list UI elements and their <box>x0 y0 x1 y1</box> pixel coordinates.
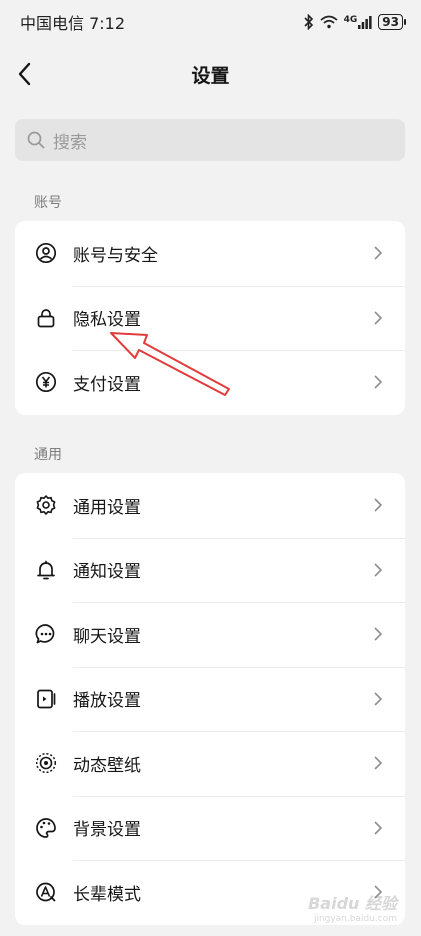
status-icons: 4G 93 <box>303 14 406 30</box>
dynamic-wallpaper-icon <box>35 752 57 774</box>
chevron-right-icon <box>374 246 383 260</box>
play-device-icon <box>35 688 57 710</box>
chevron-right-icon <box>374 821 383 835</box>
settings-item-chat[interactable]: 聊天设置 <box>15 602 405 667</box>
signal-icon: 4G <box>343 14 373 29</box>
settings-item-label: 通知设置 <box>73 562 141 583</box>
chevron-right-icon <box>374 627 383 641</box>
settings-item-label: 动态壁纸 <box>73 755 141 776</box>
search-input[interactable]: 搜索 <box>15 119 405 161</box>
settings-item-playback[interactable]: 播放设置 <box>15 666 405 732</box>
account-security-icon <box>35 242 57 264</box>
account-card: 账号与安全 隐私设置 支付设置 <box>15 221 405 415</box>
watermark-subtext: jingyan.baidu.com <box>313 914 397 924</box>
settings-item-general[interactable]: 通用设置 <box>15 473 405 538</box>
watermark: Baidu 经验 jingyan.baidu.com <box>308 890 397 924</box>
settings-item-label: 账号与安全 <box>73 245 158 266</box>
chevron-right-icon <box>374 563 383 577</box>
settings-item-label: 隐私设置 <box>73 310 141 331</box>
settings-item-background[interactable]: 背景设置 <box>15 795 405 861</box>
search-icon <box>27 131 45 149</box>
gear-icon <box>35 494 57 516</box>
settings-item-account-security[interactable]: 账号与安全 <box>15 221 405 286</box>
yuan-icon <box>35 371 57 393</box>
chat-bubble-icon <box>35 623 57 645</box>
general-card: 通用设置 通知设置 聊天设置 播放设置 动态壁纸 背景设置 长辈模式 <box>15 473 405 925</box>
settings-item-notification[interactable]: 通知设置 <box>15 537 405 603</box>
back-button[interactable] <box>14 60 42 88</box>
settings-item-label: 聊天设置 <box>73 626 141 647</box>
carrier-time: 中国电信 7:12 <box>20 14 126 33</box>
settings-item-dynamic-wallpaper[interactable]: 动态壁纸 <box>15 731 405 796</box>
chevron-right-icon <box>374 311 383 325</box>
nav-bar: 设置 <box>0 48 421 100</box>
chevron-right-icon <box>374 498 383 512</box>
chevron-right-icon <box>374 375 383 389</box>
settings-item-label: 支付设置 <box>73 374 141 395</box>
search-placeholder: 搜索 <box>53 132 87 153</box>
page-title: 设置 <box>191 64 230 87</box>
settings-item-label: 背景设置 <box>73 820 141 841</box>
bluetooth-icon <box>303 14 314 30</box>
settings-item-label: 播放设置 <box>73 691 141 712</box>
network-type: 4G <box>343 14 358 25</box>
watermark-text: Baidu 经验 <box>308 894 397 913</box>
palette-icon <box>35 817 57 839</box>
bell-icon <box>35 559 57 581</box>
section-label-general: 通用 <box>34 447 62 463</box>
elder-mode-icon <box>35 881 57 903</box>
chevron-left-icon <box>18 62 31 86</box>
wifi-icon <box>320 15 338 29</box>
section-label-account: 账号 <box>34 195 62 211</box>
settings-item-payment[interactable]: 支付设置 <box>15 350 405 415</box>
settings-item-label: 通用设置 <box>73 497 141 518</box>
settings-item-privacy[interactable]: 隐私设置 <box>15 285 405 351</box>
chevron-right-icon <box>374 692 383 706</box>
battery-indicator: 93 <box>378 14 406 30</box>
status-bar: 中国电信 7:12 4G 93 <box>0 0 421 44</box>
lock-icon <box>35 307 57 329</box>
chevron-right-icon <box>374 756 383 770</box>
